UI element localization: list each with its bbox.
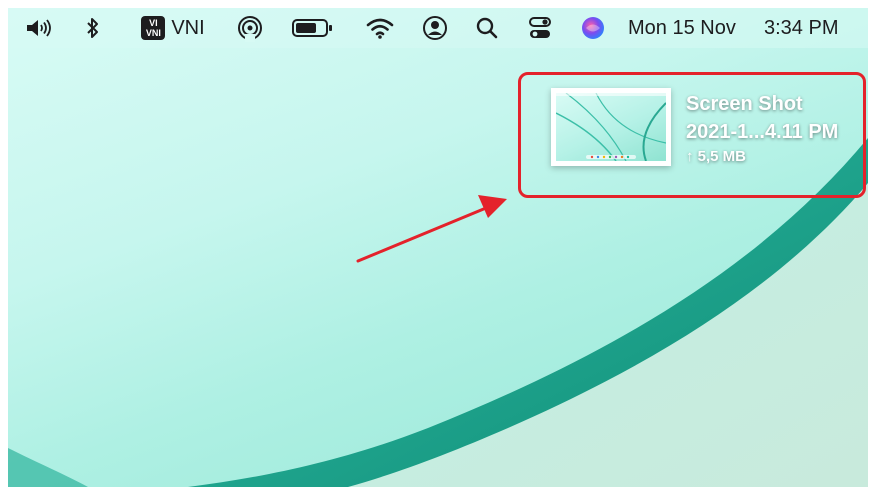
annotation-arrow	[356, 195, 507, 263]
desktop-screen: VI VNI VNI Mon 15 Nov 3:34 PM Screen Sho…	[8, 8, 868, 487]
